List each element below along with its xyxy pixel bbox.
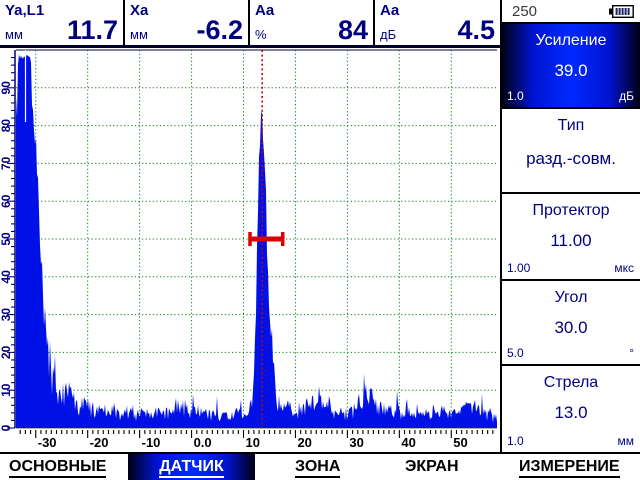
menu-item-main[interactable]: ОСНОВНЫЕ xyxy=(9,454,106,480)
battery-full-icon xyxy=(609,5,634,23)
x-tick-label: -30 xyxy=(38,435,57,450)
gate-right-cap[interactable] xyxy=(281,232,285,246)
measurement-cell-distance: Xa мм -6.2 xyxy=(125,0,250,45)
param-step: 1.00 xyxy=(507,261,530,275)
param-unit: ° xyxy=(629,346,634,360)
measurement-unit: мм xyxy=(5,27,23,42)
y-tick-label: 10 xyxy=(0,383,13,397)
y-tick-label: 90 xyxy=(0,81,13,95)
param-panel-angle[interactable]: Угол 30.0 5.0 ° xyxy=(502,281,640,366)
measurement-cell-amplitude-percent: Aa % 84 xyxy=(250,0,375,45)
y-tick-label: 20 xyxy=(0,345,13,359)
measurement-unit: мм xyxy=(130,27,148,42)
param-value: 13.0 xyxy=(502,392,640,423)
param-title: Протектор xyxy=(502,194,640,220)
y-tick-label: 60 xyxy=(0,194,13,208)
gate-bar[interactable] xyxy=(250,237,283,242)
menu-item-screen[interactable]: ЭКРАН xyxy=(405,454,459,480)
param-title: Усиление xyxy=(502,24,640,50)
flaw-detector-screen: Ya,L1 мм 11.7 Xa мм -6.2 Aa % 84 Aa дБ xyxy=(0,0,640,480)
param-value: 11.00 xyxy=(502,220,640,251)
param-unit: дБ xyxy=(619,89,634,103)
x-tick-label: -10 xyxy=(142,435,161,450)
x-tick-label: 20 xyxy=(297,435,311,450)
parameter-sidebar: 250 Усиление 39.0 1.0 дБ xyxy=(500,0,640,452)
measurement-value: 4.5 xyxy=(457,17,495,44)
y-tick-label: 50 xyxy=(0,232,13,246)
param-value: разд.-совм. xyxy=(502,135,640,169)
measurement-value: 11.7 xyxy=(67,17,118,44)
x-tick-label: 30 xyxy=(349,435,363,450)
measurement-cell-amplitude-db: Aa дБ 4.5 xyxy=(375,0,500,45)
param-panel-gain[interactable]: Усиление 39.0 1.0 дБ xyxy=(502,24,640,109)
x-tick-label: 50 xyxy=(453,435,467,450)
y-tick-label: 80 xyxy=(0,119,13,133)
menu-item-measure[interactable]: ИЗМЕРЕНИЕ xyxy=(519,454,620,480)
x-tick-label: 10 xyxy=(246,435,260,450)
measurement-value: -6.2 xyxy=(196,17,243,44)
param-unit: мм xyxy=(618,434,635,448)
param-value: 30.0 xyxy=(502,307,640,338)
measurement-unit: дБ xyxy=(380,27,396,42)
measurement-bar: Ya,L1 мм 11.7 Xa мм -6.2 Aa % 84 Aa дБ xyxy=(0,0,500,48)
status-box: 250 xyxy=(502,0,640,24)
ascan-plot[interactable]: 0 10 20 30 40 50 60 70 80 90 -30 -20 -10 0.0 10 20 30 40 5… xyxy=(0,48,500,452)
measurement-cell-depth: Ya,L1 мм 11.7 xyxy=(0,0,125,45)
param-title: Стрела xyxy=(502,366,640,392)
menu-item-probe[interactable]: ДАТЧИК xyxy=(128,454,255,480)
x-tick-label: 0.0 xyxy=(194,435,212,450)
measurement-value: 84 xyxy=(338,17,368,44)
menu-bar: ОСНОВНЫЕ ДАТЧИК ЗОНА ЭКРАН ИЗМЕРЕНИЕ xyxy=(0,452,640,480)
param-step: 1.0 xyxy=(507,434,524,448)
param-panel-arrow[interactable]: Стрела 13.0 1.0 мм xyxy=(502,366,640,452)
x-tick-label: -20 xyxy=(90,435,109,450)
measurement-unit: % xyxy=(255,27,267,42)
gate-left-cap[interactable] xyxy=(248,232,252,246)
param-panel-probe-type[interactable]: Тип разд.-совм. xyxy=(502,109,640,194)
y-tick-label: 40 xyxy=(0,270,13,284)
param-step: 5.0 xyxy=(507,346,524,360)
y-tick-label: 0 xyxy=(0,424,13,431)
param-unit: мкс xyxy=(614,261,634,275)
param-panel-protector[interactable]: Протектор 11.00 1.00 мкс xyxy=(502,194,640,281)
param-title: Угол xyxy=(502,281,640,307)
y-tick-label: 70 xyxy=(0,156,13,170)
param-step: 1.0 xyxy=(507,89,524,103)
menu-item-zone[interactable]: ЗОНА xyxy=(295,454,340,480)
y-tick-label: 30 xyxy=(0,308,13,322)
x-tick-label: 40 xyxy=(401,435,415,450)
param-value: 39.0 xyxy=(502,50,640,81)
param-title: Тип xyxy=(502,109,640,135)
range-value: 250 xyxy=(512,3,537,20)
